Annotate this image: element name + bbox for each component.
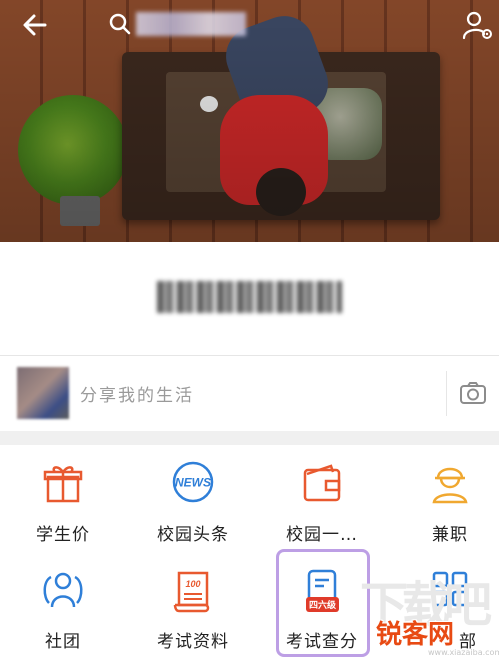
grid-item-part-time[interactable]: 兼职 <box>400 460 499 560</box>
gift-icon <box>43 466 83 503</box>
cover-photo <box>0 0 499 242</box>
back-arrow-icon <box>23 14 47 36</box>
grid-item-label: 社团 <box>45 632 81 652</box>
avatar[interactable] <box>17 367 69 419</box>
section-divider <box>0 431 499 445</box>
share-input-placeholder[interactable]: 分享我的生活 <box>80 381 194 406</box>
news-icon-text: NEWS <box>175 476 211 490</box>
school-name-blurred <box>157 281 342 313</box>
highlight-annotation <box>276 549 370 657</box>
wallet-icon <box>303 464 341 502</box>
share-row[interactable]: 分享我的生活 <box>0 355 499 431</box>
back-button[interactable] <box>18 8 52 42</box>
grid-item-campus-card[interactable]: 校园一… <box>272 460 372 560</box>
camera-button[interactable] <box>446 371 497 416</box>
search-button[interactable] <box>106 10 134 38</box>
grid-item-label: 学生价 <box>36 525 90 545</box>
top-bar <box>0 0 499 50</box>
grid-item-label: 校园头条 <box>157 525 229 545</box>
grid-item-student-price[interactable]: 学生价 <box>13 460 113 560</box>
search-icon <box>109 13 131 35</box>
grid-item-exam-materials[interactable]: 100 考试资料 <box>143 567 243 667</box>
school-name-title <box>0 242 499 352</box>
grid-item-clubs[interactable]: 社团 <box>13 567 113 667</box>
search-query-blurred[interactable] <box>136 12 246 36</box>
watermark-brand: 锐客网 <box>376 620 455 650</box>
scroll-icon: 100 <box>173 571 210 613</box>
grid-item-label: 校园一… <box>286 525 358 545</box>
user-settings-icon <box>462 11 492 40</box>
grid-item-label: 兼职 <box>432 525 468 545</box>
watermark-url: www.xiazaiba.com <box>428 648 499 657</box>
worker-icon <box>432 467 468 504</box>
scroll-icon-text: 100 <box>185 579 200 589</box>
grid-item-campus-news[interactable]: NEWS 校园头条 <box>143 460 243 560</box>
user-settings-button[interactable] <box>460 8 494 42</box>
news-icon: NEWS <box>172 461 214 503</box>
camera-icon <box>460 382 486 404</box>
grid-item-label: 考试资料 <box>157 632 229 652</box>
club-icon <box>43 572 83 608</box>
